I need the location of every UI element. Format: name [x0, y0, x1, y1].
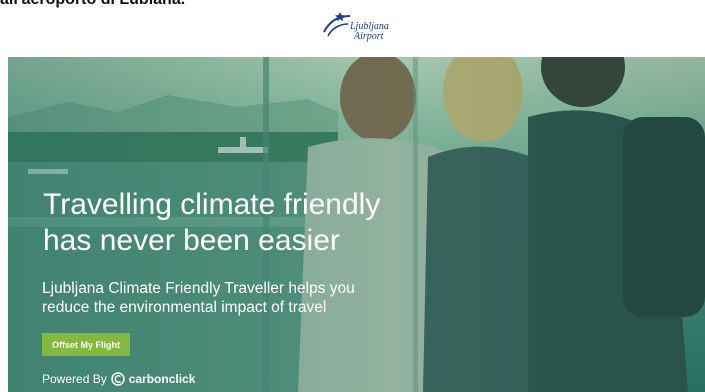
carbonclick-logo-icon [110, 372, 125, 386]
hero-banner: Travelling climate friendly has never be… [8, 57, 705, 392]
hero-subtext: Ljubljana Climate Friendly Traveller hel… [42, 279, 462, 317]
headline-line2: has never been easier [43, 224, 340, 257]
logo-wordmark: Ljubljana Airport [350, 22, 389, 42]
hero-headline: Travelling climate friendly has never be… [43, 187, 463, 259]
carbonclick-brand[interactable]: carbonclick [129, 372, 196, 386]
headline-line1: Travelling climate friendly [43, 188, 381, 221]
logo-line2: Airport [354, 31, 384, 42]
airport-swoosh-icon [323, 12, 351, 37]
top-caption: all'aeroporto di Lubiana. [0, 0, 185, 9]
subtext-line2: reduce the environmental impact of trave… [42, 299, 327, 316]
ljubljana-airport-logo: Ljubljana Airport [322, 10, 412, 50]
subtext-line1: Ljubljana Climate Friendly Traveller hel… [42, 280, 355, 297]
offset-my-flight-button[interactable]: Offset My Flight [42, 333, 130, 356]
powered-by-label: Powered By [42, 372, 107, 386]
page: all'aeroporto di Lubiana. Ljubljana Airp… [0, 0, 705, 392]
powered-by: Powered By carbonclick [42, 372, 195, 386]
